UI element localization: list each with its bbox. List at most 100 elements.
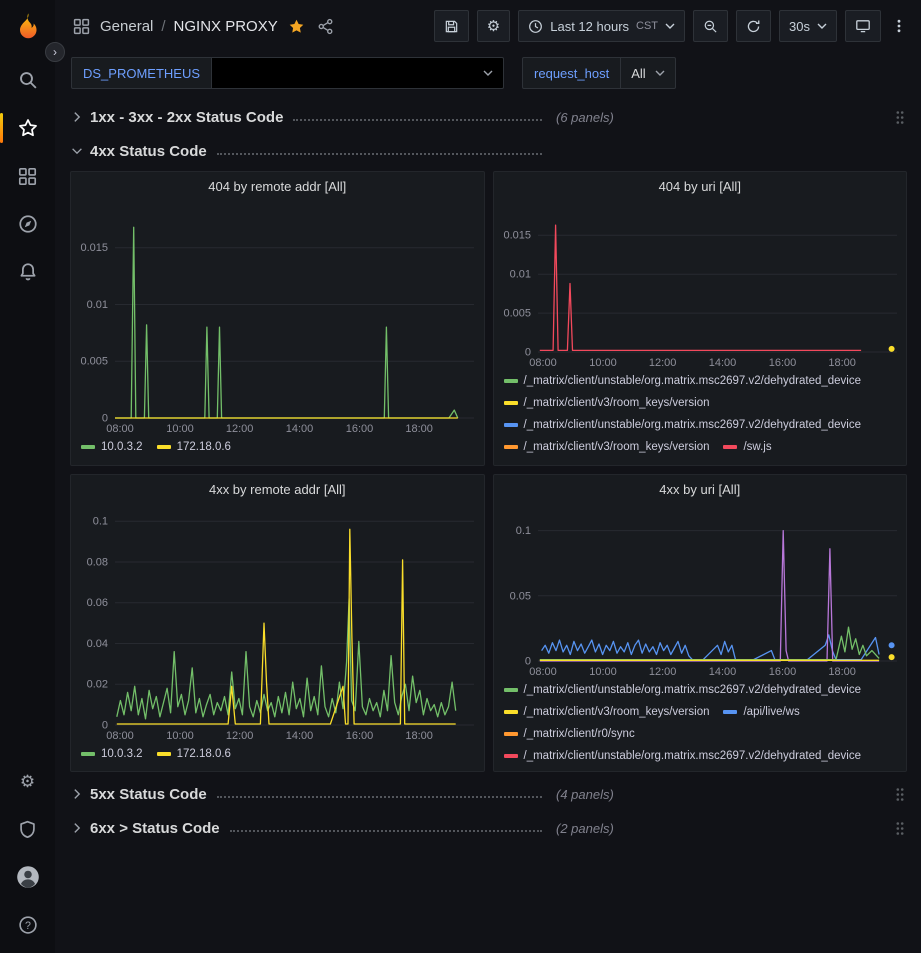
expand-sidebar-button[interactable]: ›	[45, 42, 65, 62]
more-options-button[interactable]	[889, 16, 909, 36]
row-drag-handle[interactable]	[893, 819, 907, 838]
share-dashboard-button[interactable]	[315, 16, 336, 37]
svg-text:12:00: 12:00	[648, 666, 676, 678]
legend-label: /_matrix/client/unstable/org.matrix.msc2…	[524, 747, 862, 765]
legend-label: 10.0.3.2	[101, 745, 143, 763]
legend-item[interactable]: /_matrix/client/v3/room_keys/version	[504, 703, 710, 721]
legend-color-dash	[157, 752, 171, 756]
chevron-right-icon	[70, 787, 84, 801]
sidebar-item-explore[interactable]	[0, 200, 55, 248]
row-5xx[interactable]: 5xx Status Code (4 panels)	[70, 780, 907, 808]
grafana-flame-icon	[12, 11, 44, 43]
star-filled-icon	[288, 18, 305, 35]
time-series-chart[interactable]: 00.0050.010.01508:0010:0012:0014:0016:00…	[71, 200, 484, 436]
zoom-out-button[interactable]	[693, 10, 728, 42]
row-panel-count: (2 panels)	[556, 821, 614, 836]
monitor-icon	[855, 18, 871, 34]
svg-text:0.08: 0.08	[87, 557, 108, 569]
request-host-variable-label[interactable]: request_host	[522, 57, 621, 89]
legend-item[interactable]: /sw.js	[723, 438, 771, 456]
request-host-value-text: All	[631, 66, 645, 81]
svg-text:08:00: 08:00	[529, 357, 557, 369]
legend-item[interactable]: /_matrix/client/r0/sync	[504, 725, 635, 743]
variable-request-host: request_host All	[522, 57, 676, 89]
svg-text:14:00: 14:00	[286, 423, 314, 435]
legend-color-dash	[723, 445, 737, 449]
legend-item[interactable]: /_matrix/client/v3/room_keys/version	[504, 438, 710, 456]
svg-text:10:00: 10:00	[589, 357, 617, 369]
refresh-button[interactable]	[736, 10, 771, 42]
legend-item[interactable]: 172.18.0.6	[157, 745, 231, 763]
legend-item[interactable]: 10.0.3.2	[81, 438, 143, 456]
refresh-icon	[746, 19, 761, 34]
chevron-down-icon	[655, 70, 665, 76]
sidebar-item-help[interactable]: ?	[0, 901, 55, 949]
panel-4xx-by-remote-addr: 4xx by remote addr [All] 00.020.040.060.…	[70, 474, 485, 772]
sidebar-item-server-admin[interactable]	[0, 805, 55, 853]
time-series-chart[interactable]: 00.020.040.060.080.108:0010:0012:0014:00…	[71, 503, 484, 743]
legend-item[interactable]: /_matrix/client/unstable/org.matrix.msc2…	[504, 372, 862, 390]
time-series-chart[interactable]: 00.050.108:0010:0012:0014:0016:0018:00	[494, 503, 907, 679]
time-range-picker[interactable]: Last 12 hours CST	[518, 10, 685, 42]
sidebar-item-starred[interactable]	[0, 104, 55, 152]
legend-label: /_matrix/client/v3/room_keys/version	[524, 394, 710, 412]
datasource-variable-label[interactable]: DS_PROMETHEUS	[71, 57, 212, 89]
request-host-variable-value[interactable]: All	[621, 57, 675, 89]
gear-icon: ⚙	[20, 773, 35, 790]
panel-title[interactable]: 404 by uri [All]	[494, 172, 907, 200]
dashboard-topbar: General / NGINX PROXY	[55, 0, 921, 52]
sidebar-item-alerting[interactable]	[0, 248, 55, 296]
legend-item[interactable]: /_matrix/client/unstable/org.matrix.msc2…	[504, 747, 862, 765]
chevron-right-icon	[70, 110, 84, 124]
svg-text:12:00: 12:00	[648, 357, 676, 369]
legend-item[interactable]: /_matrix/client/unstable/org.matrix.msc2…	[504, 416, 862, 434]
dashboards-grid-icon	[18, 167, 37, 186]
favorite-star-button[interactable]	[286, 16, 307, 37]
legend-item[interactable]: 172.18.0.6	[157, 438, 231, 456]
legend-color-dash	[81, 445, 95, 449]
row-dotted-line	[217, 796, 542, 798]
svg-text:08:00: 08:00	[106, 730, 134, 742]
dashboard-title[interactable]: NGINX PROXY	[174, 18, 278, 35]
chart-legend: /_matrix/client/unstable/org.matrix.msc2…	[494, 679, 907, 771]
legend-item[interactable]: 10.0.3.2	[81, 745, 143, 763]
panel-title[interactable]: 4xx by uri [All]	[494, 475, 907, 503]
sidebar-item-search[interactable]	[0, 56, 55, 104]
chevron-down-icon	[817, 23, 827, 29]
legend-label: /_matrix/client/unstable/org.matrix.msc2…	[524, 372, 862, 390]
save-dashboard-button[interactable]	[434, 10, 469, 42]
sidebar-item-dashboards[interactable]	[0, 152, 55, 200]
panel-title[interactable]: 404 by remote addr [All]	[71, 172, 484, 200]
dashboard-settings-button[interactable]: ⚙	[477, 10, 510, 42]
panel-404-by-uri: 404 by uri [All] 00.0050.010.01508:0010:…	[493, 171, 908, 466]
legend-item[interactable]: /api/live/ws	[723, 703, 799, 721]
breadcrumb-folder[interactable]: General	[100, 18, 153, 35]
legend-item[interactable]: /_matrix/client/v3/room_keys/version	[504, 394, 710, 412]
gear-icon: ⚙	[487, 19, 500, 34]
row-1xx-3xx-2xx[interactable]: 1xx - 3xx - 2xx Status Code (6 panels)	[70, 103, 907, 131]
row-6xx[interactable]: 6xx > Status Code (2 panels)	[70, 814, 907, 842]
row-4xx[interactable]: 4xx Status Code	[70, 137, 907, 165]
row-dotted-line	[230, 830, 542, 832]
breadcrumb: General / NGINX PROXY	[71, 16, 336, 37]
panel-title[interactable]: 4xx by remote addr [All]	[71, 475, 484, 503]
refresh-interval-picker[interactable]: 30s	[779, 10, 837, 42]
grafana-logo[interactable]	[10, 10, 46, 46]
legend-item[interactable]: /_matrix/client/unstable/org.matrix.msc2…	[504, 681, 862, 699]
row-drag-handle[interactable]	[893, 108, 907, 127]
legend-label: /sw.js	[743, 438, 771, 456]
refresh-interval-label: 30s	[789, 19, 810, 34]
time-series-chart[interactable]: 00.0050.010.01508:0010:0012:0014:0016:00…	[494, 200, 907, 370]
legend-color-dash	[504, 423, 518, 427]
sidebar-item-configuration[interactable]: ⚙	[0, 757, 55, 805]
svg-text:14:00: 14:00	[708, 666, 736, 678]
search-icon	[18, 70, 38, 90]
row-drag-handle[interactable]	[893, 785, 907, 804]
datasource-variable-value[interactable]	[212, 57, 504, 89]
cycle-view-mode-button[interactable]	[845, 10, 881, 42]
timezone-badge: CST	[636, 20, 658, 32]
sidebar-item-profile[interactable]	[0, 853, 55, 901]
svg-text:18:00: 18:00	[405, 423, 433, 435]
svg-text:0.05: 0.05	[509, 590, 530, 602]
row-panel-count: (6 panels)	[556, 110, 614, 125]
